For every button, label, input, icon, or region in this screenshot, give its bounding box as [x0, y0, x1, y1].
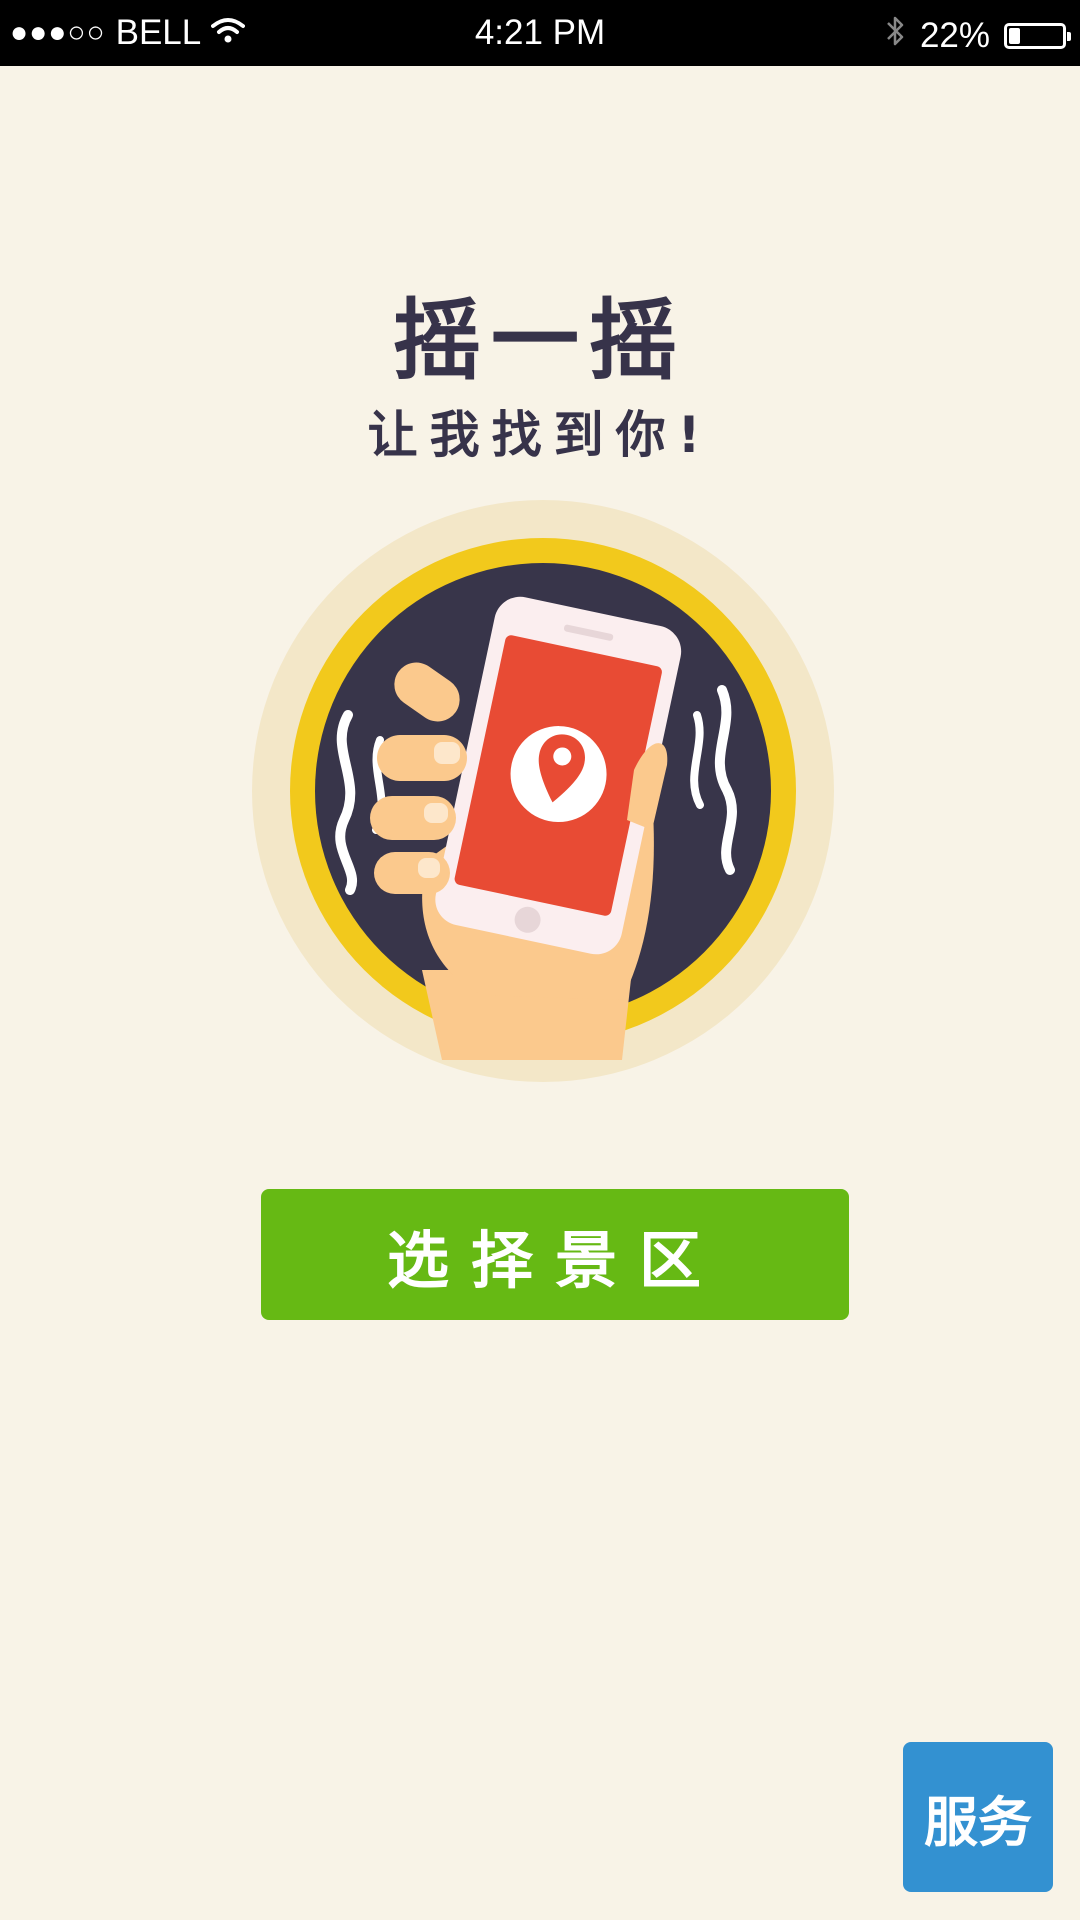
status-bar: ●●●○○ BELL 4:21 PM 22% [0, 0, 1080, 66]
service-button[interactable]: 服务 [903, 1742, 1053, 1892]
bluetooth-icon [884, 13, 906, 58]
page-subtitle: 让我找到你! [367, 406, 713, 464]
page-title: 摇一摇 [392, 289, 687, 392]
hand-shaking-phone-location-icon[interactable] [252, 500, 834, 1082]
battery-icon [1004, 22, 1071, 49]
select-scenic-area-button[interactable]: 选择景区 [261, 1189, 849, 1320]
battery-level [1009, 27, 1020, 44]
status-bar-right: 22% [884, 13, 1071, 58]
battery-percent: 22% [919, 15, 990, 55]
